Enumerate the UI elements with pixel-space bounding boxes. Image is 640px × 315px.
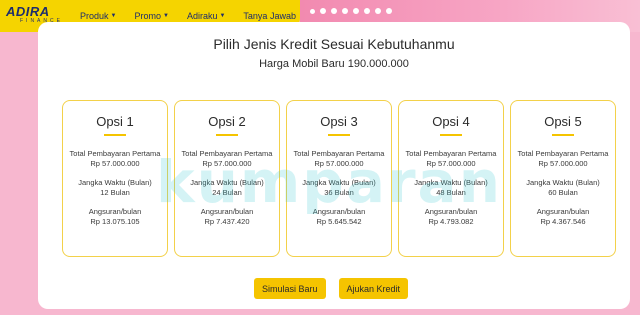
term-label: Jangka Waktu (Bulan) <box>526 178 600 187</box>
car-price: Harga Mobil Baru 190.000.000 <box>259 58 409 70</box>
option-cards: Opsi 1 Total Pembayaran Pertama Rp 57.00… <box>62 100 616 257</box>
nav-item-label: Promo <box>134 11 161 21</box>
title-underline <box>328 134 350 136</box>
title-underline <box>216 134 238 136</box>
simulate-again-button[interactable]: Simulasi Baru <box>254 278 326 299</box>
carousel-dot[interactable] <box>353 8 359 14</box>
nav-item-label: Tanya Jawab <box>243 11 296 21</box>
title-underline <box>104 134 126 136</box>
option-title: Opsi 2 <box>208 114 246 129</box>
term-label: Jangka Waktu (Bulan) <box>414 178 488 187</box>
total-payment-label: Total Pembayaran Pertama <box>181 149 273 158</box>
installment-label: Angsuran/bulan <box>424 207 478 216</box>
option-card-2[interactable]: Opsi 2 Total Pembayaran Pertama Rp 57.00… <box>174 100 280 257</box>
installment-value: Rp 5.645.542 <box>316 217 362 226</box>
nav-item-promo[interactable]: Promo ▼ <box>134 11 168 21</box>
total-payment-value: Rp 57.000.000 <box>426 159 476 168</box>
option-card-1[interactable]: Opsi 1 Total Pembayaran Pertama Rp 57.00… <box>62 100 168 257</box>
total-payment-value: Rp 57.000.000 <box>538 159 588 168</box>
option-title: Opsi 1 <box>96 114 134 129</box>
carousel-dot[interactable] <box>386 8 392 14</box>
term-value: 48 Bulan <box>436 188 466 197</box>
total-payment-value: Rp 57.000.000 <box>90 159 140 168</box>
apply-credit-button[interactable]: Ajukan Kredit <box>338 278 409 299</box>
carousel-dot[interactable] <box>342 8 348 14</box>
term-label: Jangka Waktu (Bulan) <box>302 178 376 187</box>
carousel-dot[interactable] <box>310 8 315 14</box>
installment-label: Angsuran/bulan <box>536 207 590 216</box>
chevron-down-icon: ▼ <box>110 13 117 19</box>
nav-item-produk[interactable]: Produk ▼ <box>80 11 116 21</box>
credit-options-panel: Pilih Jenis Kredit Sesuai Kebutuhanmu Ha… <box>38 22 630 309</box>
chevron-down-icon: ▼ <box>219 13 226 19</box>
carousel-dot[interactable] <box>331 8 337 14</box>
term-value: 60 Bulan <box>548 188 578 197</box>
installment-label: Angsuran/bulan <box>312 207 366 216</box>
option-card-5[interactable]: Opsi 5 Total Pembayaran Pertama Rp 57.00… <box>510 100 616 257</box>
page-title: Pilih Jenis Kredit Sesuai Kebutuhanmu <box>213 36 455 52</box>
term-label: Jangka Waktu (Bulan) <box>78 178 152 187</box>
total-payment-value: Rp 57.000.000 <box>202 159 252 168</box>
installment-value: Rp 4.367.546 <box>540 217 586 226</box>
total-payment-label: Total Pembayaran Pertama <box>69 149 161 158</box>
term-value: 12 Bulan <box>100 188 130 197</box>
total-payment-label: Total Pembayaran Pertama <box>293 149 385 158</box>
title-underline <box>552 134 574 136</box>
carousel-dot[interactable] <box>364 8 370 14</box>
nav-item-tanya-jawab[interactable]: Tanya Jawab <box>243 11 296 21</box>
option-title: Opsi 4 <box>432 114 470 129</box>
chevron-down-icon: ▼ <box>163 13 169 19</box>
main-nav: Produk ▼ Promo ▼ Adiraku ▼ Tanya Jawab <box>80 11 296 21</box>
term-label: Jangka Waktu (Bulan) <box>190 178 264 187</box>
carousel-dot[interactable] <box>320 8 326 14</box>
option-title: Opsi 3 <box>320 114 358 129</box>
installment-label: Angsuran/bulan <box>88 207 142 216</box>
nav-item-adiraku[interactable]: Adiraku ▼ <box>187 11 225 21</box>
carousel-dot[interactable] <box>375 8 381 14</box>
total-payment-label: Total Pembayaran Pertama <box>517 149 609 158</box>
term-value: 24 Bulan <box>212 188 242 197</box>
logo-wordmark: ADIRA <box>6 4 50 19</box>
nav-item-label: Produk <box>80 11 109 21</box>
action-buttons: Simulasi Baru Ajukan Kredit <box>254 278 409 299</box>
term-value: 36 Bulan <box>324 188 354 197</box>
installment-value: Rp 13.075.105 <box>90 217 140 226</box>
option-card-4[interactable]: Opsi 4 Total Pembayaran Pertama Rp 57.00… <box>398 100 504 257</box>
total-payment-label: Total Pembayaran Pertama <box>405 149 497 158</box>
carousel-dots <box>310 8 392 14</box>
installment-value: Rp 4.793.082 <box>428 217 474 226</box>
total-payment-value: Rp 57.000.000 <box>314 159 364 168</box>
installment-label: Angsuran/bulan <box>200 207 254 216</box>
installment-value: Rp 7.437.420 <box>204 217 250 226</box>
nav-item-label: Adiraku <box>186 11 218 21</box>
option-title: Opsi 5 <box>544 114 582 129</box>
option-card-3[interactable]: Opsi 3 Total Pembayaran Pertama Rp 57.00… <box>286 100 392 257</box>
title-underline <box>440 134 462 136</box>
